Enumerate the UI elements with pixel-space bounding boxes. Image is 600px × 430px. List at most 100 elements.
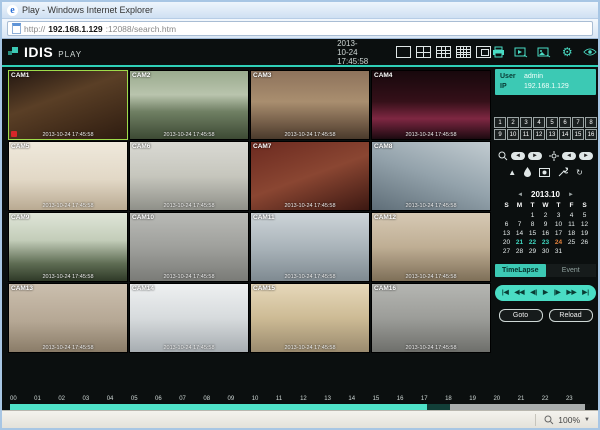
camera-tile[interactable]: CAM4 2013-10-24 17:45:58 (371, 70, 491, 140)
playback-button[interactable]: ◀| (530, 285, 537, 301)
playback-button[interactable]: |▶ (554, 285, 561, 301)
tool-icon[interactable] (558, 167, 568, 177)
camera-tile[interactable]: CAM6 2013-10-24 17:45:58 (129, 141, 249, 211)
calendar-day[interactable]: 3 (552, 212, 565, 219)
camera-tile[interactable]: CAM11 2013-10-24 17:45:58 (250, 212, 370, 282)
layout-3x3-button[interactable] (436, 46, 451, 58)
calendar-day[interactable]: 14 (513, 230, 526, 237)
channel-button[interactable]: 4 (533, 117, 545, 128)
playback-button[interactable]: |◀ (502, 285, 509, 301)
camera-tile[interactable]: CAM16 2013-10-24 17:45:58 (371, 283, 491, 353)
channel-button[interactable]: 15 (572, 129, 584, 140)
alarm-icon[interactable]: ▲ (508, 168, 516, 177)
calendar-day[interactable]: 26 (578, 239, 591, 246)
calendar-day[interactable]: 27 (500, 248, 513, 255)
calendar-day[interactable]: 28 (513, 248, 526, 255)
channel-button[interactable]: 9 (494, 129, 506, 140)
calendar-day[interactable]: 29 (526, 248, 539, 255)
calendar-day[interactable]: 24 (552, 239, 565, 246)
calendar-day[interactable]: 31 (552, 248, 565, 255)
goto-button[interactable]: Goto (499, 309, 543, 322)
layout-2x2-button[interactable] (416, 46, 431, 58)
layout-1x1-button[interactable] (396, 46, 411, 58)
calendar-prev-icon[interactable]: ◄ (517, 192, 523, 198)
camera-tile[interactable]: CAM14 2013-10-24 17:45:58 (129, 283, 249, 353)
camera-tile[interactable]: CAM8 2013-10-24 17:45:58 (371, 141, 491, 211)
channel-button[interactable]: 10 (507, 129, 519, 140)
calendar-day[interactable]: 11 (565, 221, 578, 228)
calendar-day[interactable]: 18 (565, 230, 578, 237)
calendar-day[interactable]: 19 (578, 230, 591, 237)
calendar-day[interactable]: 13 (500, 230, 513, 237)
channel-button[interactable]: 7 (572, 117, 584, 128)
calendar-next-icon[interactable]: ► (568, 192, 574, 198)
calendar-day[interactable]: 6 (500, 221, 513, 228)
zoom-in-button[interactable]: ► (528, 152, 542, 160)
camera-tile[interactable]: CAM15 2013-10-24 17:45:58 (250, 283, 370, 353)
channel-button[interactable]: 3 (520, 117, 532, 128)
calendar-day[interactable]: 21 (513, 239, 526, 246)
calendar-day[interactable]: 25 (565, 239, 578, 246)
calendar-day[interactable]: 1 (526, 212, 539, 219)
settings-gear-icon[interactable]: ⚙ (560, 46, 574, 59)
channel-button[interactable]: 13 (546, 129, 558, 140)
camera-tile[interactable]: CAM12 2013-10-24 17:45:58 (371, 212, 491, 282)
print-icon[interactable] (491, 46, 505, 59)
live-view-icon[interactable] (583, 46, 597, 59)
camera-tile[interactable]: CAM2 2013-10-24 17:45:58 (129, 70, 249, 140)
calendar-day[interactable] (565, 248, 578, 255)
save-image-icon[interactable] (537, 46, 551, 59)
reload-button[interactable]: Reload (549, 309, 593, 322)
playback-button[interactable]: ▶▶ (566, 285, 576, 301)
zoom-out-button[interactable]: ◄ (511, 152, 525, 160)
calendar-day[interactable]: 22 (526, 239, 539, 246)
snapshot-icon[interactable] (539, 168, 550, 177)
calendar-day[interactable]: 9 (539, 221, 552, 228)
calendar-day[interactable]: 30 (539, 248, 552, 255)
camera-tile[interactable]: CAM1 2013-10-24 17:45:58 (8, 70, 128, 140)
camera-tile[interactable]: CAM9 2013-10-24 17:45:58 (8, 212, 128, 282)
channel-button[interactable]: 6 (559, 117, 571, 128)
calendar-day[interactable]: 23 (539, 239, 552, 246)
channel-button[interactable]: 8 (585, 117, 597, 128)
calendar-day[interactable]: 4 (565, 212, 578, 219)
camera-tile[interactable]: CAM7 2013-10-24 17:45:58 (250, 141, 370, 211)
layout-4x4-button[interactable] (456, 46, 471, 58)
calendar-day[interactable]: 5 (578, 212, 591, 219)
channel-button[interactable]: 14 (559, 129, 571, 140)
zoom-dropdown-icon[interactable]: ▼ (584, 417, 590, 423)
channel-button[interactable]: 11 (520, 129, 532, 140)
calendar-day[interactable] (578, 248, 591, 255)
timeline-segment-other[interactable] (450, 404, 585, 410)
calendar-day[interactable]: 20 (500, 239, 513, 246)
calendar-day[interactable] (500, 212, 513, 219)
channel-button[interactable]: 5 (546, 117, 558, 128)
playback-button[interactable]: ◀◀ (515, 285, 525, 301)
camera-tile[interactable]: CAM13 2013-10-24 17:45:58 (8, 283, 128, 353)
timeline-segment-current[interactable] (427, 404, 450, 410)
layout-special-button[interactable] (476, 46, 491, 58)
export-video-icon[interactable] (514, 46, 528, 59)
calendar-day[interactable]: 7 (513, 221, 526, 228)
browser-zoom-level[interactable]: 100% (558, 415, 580, 425)
focus-far-button[interactable]: ► (579, 152, 593, 160)
calendar-day[interactable]: 12 (578, 221, 591, 228)
channel-button[interactable]: 2 (507, 117, 519, 128)
timeline-segment-recorded[interactable] (10, 404, 427, 410)
playback-button[interactable]: ▶ (543, 285, 548, 301)
calendar-day[interactable]: 16 (539, 230, 552, 237)
calendar-day[interactable]: 2 (539, 212, 552, 219)
calendar-day[interactable]: 8 (526, 221, 539, 228)
playback-button[interactable]: ▶| (582, 285, 589, 301)
camera-tile[interactable]: CAM5 2013-10-24 17:45:58 (8, 141, 128, 211)
calendar-day[interactable]: 15 (526, 230, 539, 237)
drop-icon[interactable] (524, 167, 531, 177)
channel-button[interactable]: 12 (533, 129, 545, 140)
calendar-day[interactable] (513, 212, 526, 219)
tab-timelapse[interactable]: TimeLapse (495, 264, 546, 277)
address-input[interactable]: http://192.168.1.129:12088/search.htm (7, 21, 593, 36)
calendar-day[interactable]: 17 (552, 230, 565, 237)
camera-tile[interactable]: CAM3 2013-10-24 17:45:58 (250, 70, 370, 140)
focus-near-button[interactable]: ◄ (562, 152, 576, 160)
calendar-day[interactable]: 10 (552, 221, 565, 228)
